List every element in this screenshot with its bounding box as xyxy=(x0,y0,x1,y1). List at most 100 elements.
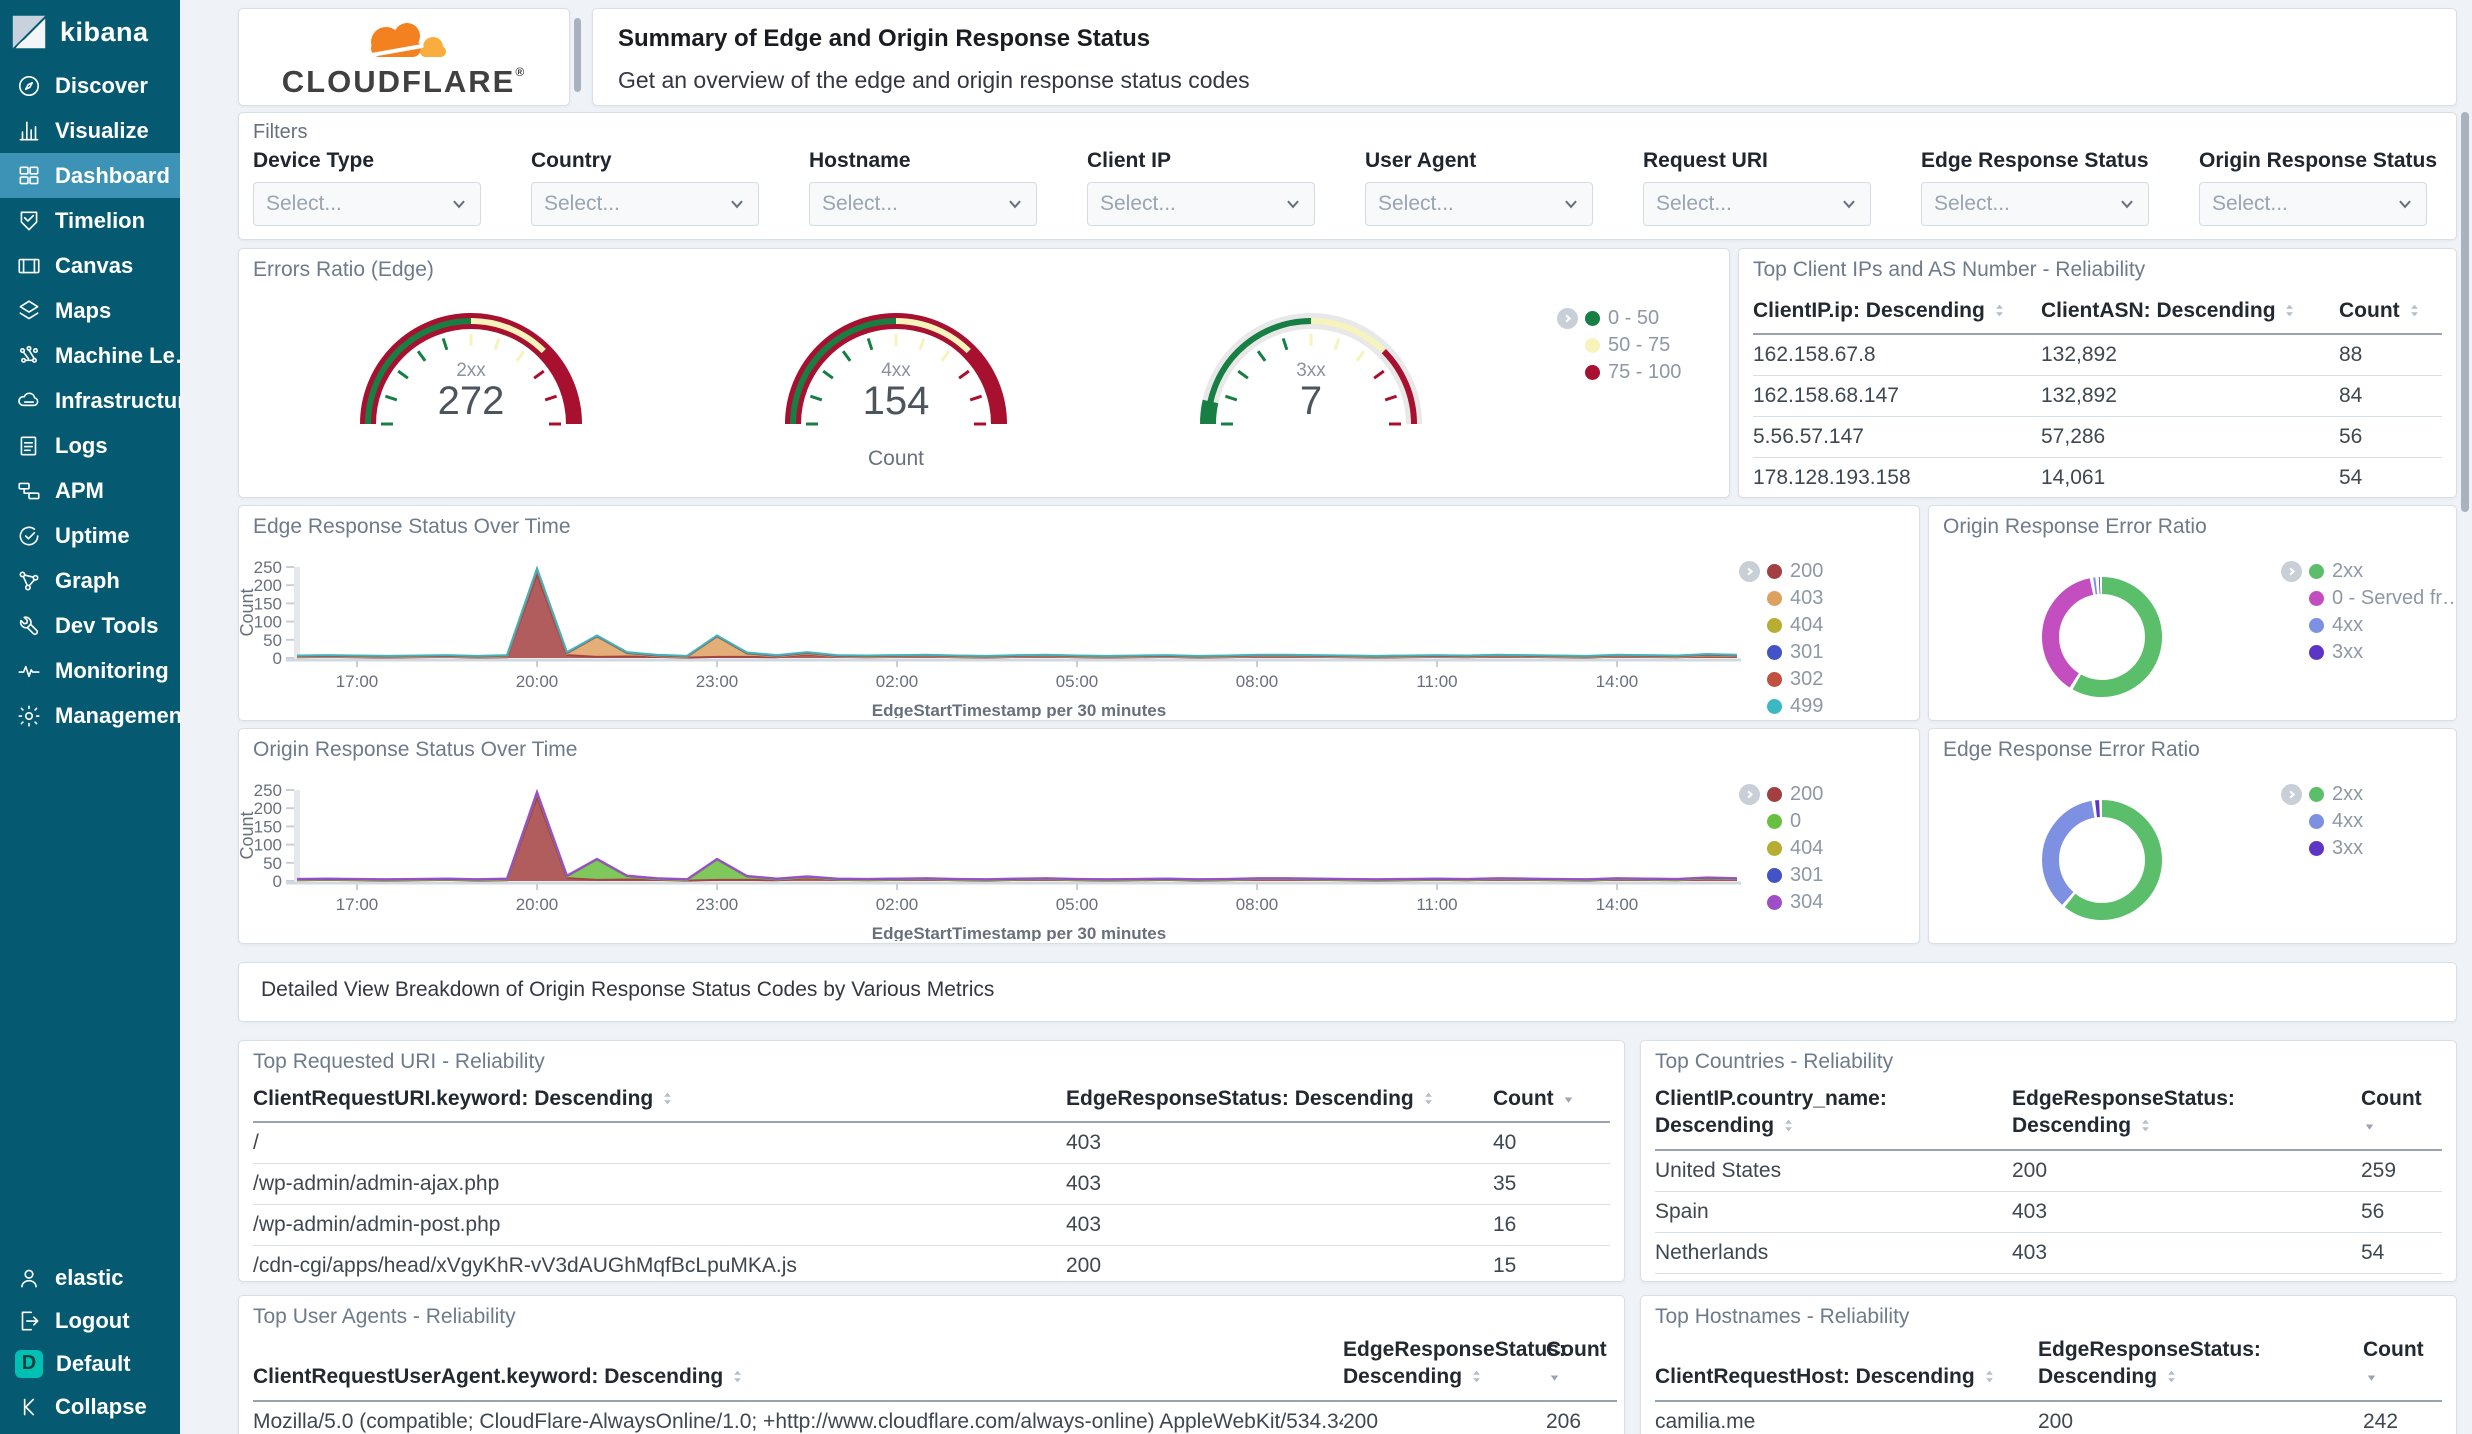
page-scrollbar[interactable] xyxy=(2461,112,2469,512)
logout-icon xyxy=(21,1311,39,1330)
legend-item-2xx[interactable]: 2xx xyxy=(2281,558,2456,585)
logo-panel-scrollbar[interactable] xyxy=(574,18,581,92)
legend-label: 200 xyxy=(1790,560,1824,582)
table-cell: 54 xyxy=(2339,458,2442,497)
sidebar-item-dev-tools[interactable]: Dev Tools xyxy=(0,603,180,648)
sidebar-item-dashboard[interactable]: Dashboard xyxy=(0,153,180,198)
legend-item-404[interactable]: 404 xyxy=(1739,835,1823,862)
filter-select-client-ip[interactable]: Select... xyxy=(1087,182,1315,226)
legend-item-75-100[interactable]: 75 - 100 xyxy=(1557,359,1681,386)
column-header-edgeresponsestatus-descending[interactable]: EdgeResponseStatus: Descending xyxy=(2012,1085,2361,1151)
column-header-clientip-country-name-descending[interactable]: ClientIP.country_name: Descending xyxy=(1655,1085,2012,1151)
filter-select-origin-response-status[interactable]: Select... xyxy=(2199,182,2427,226)
sidebar-item-timelion[interactable]: Timelion xyxy=(0,198,180,243)
legend-item-0[interactable]: 0 xyxy=(1739,808,1823,835)
legend-item-404[interactable]: 404 xyxy=(1739,612,1823,639)
filter-placeholder: Select... xyxy=(1656,192,1732,215)
table-cell: 14,061 xyxy=(2041,458,2339,497)
legend-label: 2xx xyxy=(2332,560,2364,582)
table-cell: 88 xyxy=(2339,335,2442,377)
column-header-count[interactable]: Count xyxy=(1546,1336,1617,1402)
legend-item-3xx[interactable]: 3xx xyxy=(2281,835,2363,862)
column-header-label: Count xyxy=(2361,1087,2422,1110)
panel-title: Top User Agents - Reliability xyxy=(253,1305,516,1328)
table-cell: 200 xyxy=(1066,1246,1493,1281)
column-header-edgeresponsestatus-descending[interactable]: EdgeResponseStatus: Descending xyxy=(2038,1336,2363,1402)
panel-top-countries: Top Countries - Reliability ClientIP.cou… xyxy=(1640,1040,2457,1282)
sidebar-item-apm[interactable]: APM xyxy=(0,468,180,513)
column-header-clientrequesturi-keyword-descending[interactable]: ClientRequestURI.keyword: Descending xyxy=(253,1085,1066,1124)
sidebar-item-maps[interactable]: Maps xyxy=(0,288,180,333)
sidebar-item-uptime[interactable]: Uptime xyxy=(0,513,180,558)
filter-label: Country xyxy=(531,149,612,172)
sidebar-item-canvas[interactable]: Canvas xyxy=(0,243,180,288)
table-cell: 5.56.57.147 xyxy=(1753,417,2041,459)
legend-toggle-icon[interactable] xyxy=(2281,784,2302,805)
markdown-text: Detailed View Breakdown of Origin Respon… xyxy=(261,978,995,1001)
sidebar-item-logs[interactable]: Logs xyxy=(0,423,180,468)
kibana-logo[interactable]: kibana xyxy=(0,0,180,63)
legend-item-301[interactable]: 301 xyxy=(1739,862,1823,889)
sidebar-item-infrastructure[interactable]: Infrastructure xyxy=(0,378,180,423)
sidebar-item-elastic[interactable]: elastic xyxy=(0,1256,180,1299)
sort-icon xyxy=(729,1365,746,1388)
column-header-count[interactable]: Count xyxy=(2339,297,2442,336)
legend-item-302[interactable]: 302 xyxy=(1739,666,1823,693)
filter-select-request-uri[interactable]: Select... xyxy=(1643,182,1871,226)
column-header-clientip-ip-descending[interactable]: ClientIP.ip: Descending xyxy=(1753,297,2041,336)
legend-label: 301 xyxy=(1790,641,1824,663)
filter-select-hostname[interactable]: Select... xyxy=(809,182,1037,226)
filter-select-country[interactable]: Select... xyxy=(531,182,759,226)
legend-color-dot xyxy=(1767,895,1782,910)
column-header-edgeresponsestatus-descending[interactable]: EdgeResponseStatus: Descending xyxy=(1066,1085,1493,1124)
legend-item-3xx[interactable]: 3xx xyxy=(2281,639,2456,666)
sidebar-item-monitoring[interactable]: Monitoring xyxy=(0,648,180,693)
sidebar-item-discover[interactable]: Discover xyxy=(0,63,180,108)
legend-toggle-icon[interactable] xyxy=(2281,561,2302,582)
chevron-down-icon xyxy=(453,200,465,209)
legend-item-50-75[interactable]: 50 - 75 xyxy=(1557,332,1681,359)
legend-item-200[interactable]: 200 xyxy=(1739,558,1823,585)
sidebar-item-logout[interactable]: Logout xyxy=(0,1299,180,1342)
sidebar-item-default-space[interactable]: D Default xyxy=(0,1342,180,1385)
sidebar-item-graph[interactable]: Graph xyxy=(0,558,180,603)
user-icon xyxy=(21,1269,37,1287)
panel-title: Origin Response Status Over Time xyxy=(253,738,578,761)
column-header-count[interactable]: Count xyxy=(1493,1085,1610,1124)
sidebar-item-machine-learning[interactable]: Machine Le… xyxy=(0,333,180,378)
filter-select-edge-response-status[interactable]: Select... xyxy=(1921,182,2149,226)
filter-select-device-type[interactable]: Select... xyxy=(253,182,481,226)
filter-group-country: Country Select... xyxy=(531,149,809,226)
legend-toggle-icon[interactable] xyxy=(1739,561,1760,582)
column-header-clientrequestuseragent-keyword-descending[interactable]: ClientRequestUserAgent.keyword: Descendi… xyxy=(253,1363,1343,1402)
legend-item-0-served-fr[interactable]: 0 - Served fr… xyxy=(2281,585,2456,612)
legend-item-301[interactable]: 301 xyxy=(1739,639,1823,666)
column-header-count[interactable]: Count xyxy=(2363,1336,2442,1402)
legend-item-304[interactable]: 304 xyxy=(1739,889,1823,916)
sidebar-item-management[interactable]: Management xyxy=(0,693,180,738)
sidebar-item-visualize[interactable]: Visualize xyxy=(0,108,180,153)
filter-select-user-agent[interactable]: Select... xyxy=(1365,182,1593,226)
svg-text:50: 50 xyxy=(263,854,282,873)
legend-item-499[interactable]: 499 xyxy=(1739,693,1823,720)
sidebar-item-label: Uptime xyxy=(55,522,130,548)
sidebar-item-collapse[interactable]: Collapse xyxy=(0,1385,180,1428)
legend-toggle-icon[interactable] xyxy=(1739,784,1760,805)
sidebar-item-label: Dev Tools xyxy=(55,612,159,638)
table-cell: /wp-admin/admin-ajax.php xyxy=(253,1164,1066,1206)
column-header-count[interactable]: Count xyxy=(2361,1085,2442,1151)
column-header-edgeresponsestatus-descending[interactable]: EdgeResponseStatus: Descending xyxy=(1343,1336,1566,1402)
legend-toggle-icon[interactable] xyxy=(1557,308,1578,329)
filter-label: User Agent xyxy=(1365,149,1477,172)
column-header-clientrequesthost-descending[interactable]: ClientRequestHost: Descending xyxy=(1655,1363,2038,1402)
column-header-clientasn-descending[interactable]: ClientASN: Descending xyxy=(2041,297,2339,336)
sidebar-item-label: Timelion xyxy=(55,207,146,233)
legend-item-4xx[interactable]: 4xx xyxy=(2281,612,2456,639)
legend-item-4xx[interactable]: 4xx xyxy=(2281,808,2363,835)
legend-item-0-50[interactable]: 0 - 50 xyxy=(1557,305,1681,332)
svg-text:20:00: 20:00 xyxy=(516,672,559,691)
legend-item-403[interactable]: 403 xyxy=(1739,585,1823,612)
column-header-label: EdgeResponseStatus: Descending xyxy=(2038,1338,2261,1389)
legend-item-200[interactable]: 200 xyxy=(1739,781,1823,808)
legend-item-2xx[interactable]: 2xx xyxy=(2281,781,2363,808)
